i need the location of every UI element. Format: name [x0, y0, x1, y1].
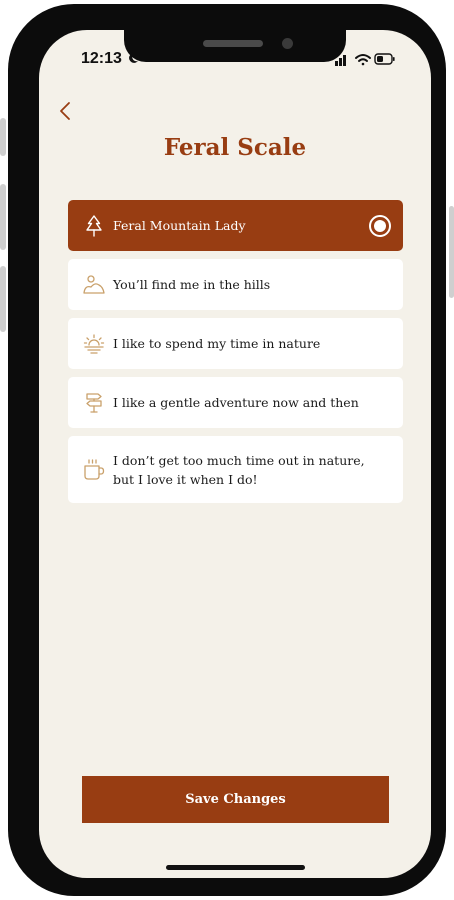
- save-changes-button[interactable]: Save Changes: [82, 776, 389, 823]
- notch: [124, 30, 346, 62]
- status-time: 12:13: [81, 50, 122, 67]
- option-label-line-2: but I love it when I do!: [113, 471, 258, 487]
- option-feral-mountain-lady[interactable]: Feral Mountain Lady: [68, 200, 403, 251]
- coffee-mug-icon: [84, 458, 105, 480]
- page-title: Feral Scale: [163, 134, 307, 161]
- option-label: I don’t get too much time out in nature,…: [113, 451, 365, 489]
- cellular-signal-icon: [335, 55, 346, 66]
- hills-icon: [83, 274, 105, 294]
- battery-icon: [374, 53, 395, 65]
- home-indicator: [166, 865, 305, 870]
- wifi-icon: [355, 54, 371, 66]
- back-chevron-icon[interactable]: [55, 100, 77, 122]
- volume-down-button: [0, 266, 6, 332]
- option-find-me-in-hills[interactable]: You’ll find me in the hills: [68, 259, 403, 310]
- option-list: Feral Mountain Lady You’ll find me in th…: [68, 200, 403, 511]
- option-time-in-nature[interactable]: I like to spend my time in nature: [68, 318, 403, 369]
- signpost-icon: [86, 392, 102, 413]
- option-label: I like a gentle adventure now and then: [113, 395, 359, 410]
- status-icons: [335, 53, 395, 66]
- app-screen: 12:13 Feral Scale Feral Mountain Lady Yo…: [39, 30, 431, 878]
- phone-frame: 12:13 Feral Scale Feral Mountain Lady Yo…: [8, 4, 446, 896]
- option-label-line-1: I don’t get too much time out in nature,: [113, 452, 365, 468]
- sunrise-icon: [83, 333, 105, 354]
- option-label: I like to spend my time in nature: [113, 336, 321, 351]
- option-label: Feral Mountain Lady: [113, 218, 246, 233]
- option-love-nature-when-i-do[interactable]: I don’t get too much time out in nature,…: [68, 436, 403, 503]
- radio-selected-indicator[interactable]: [369, 214, 391, 237]
- option-label: You’ll find me in the hills: [113, 277, 271, 292]
- mute-switch: [0, 118, 6, 156]
- power-button: [449, 206, 454, 298]
- volume-up-button: [0, 184, 6, 250]
- tree-icon: [86, 214, 102, 237]
- option-gentle-adventure[interactable]: I like a gentle adventure now and then: [68, 377, 403, 428]
- speaker: [203, 40, 263, 47]
- camera: [282, 38, 293, 49]
